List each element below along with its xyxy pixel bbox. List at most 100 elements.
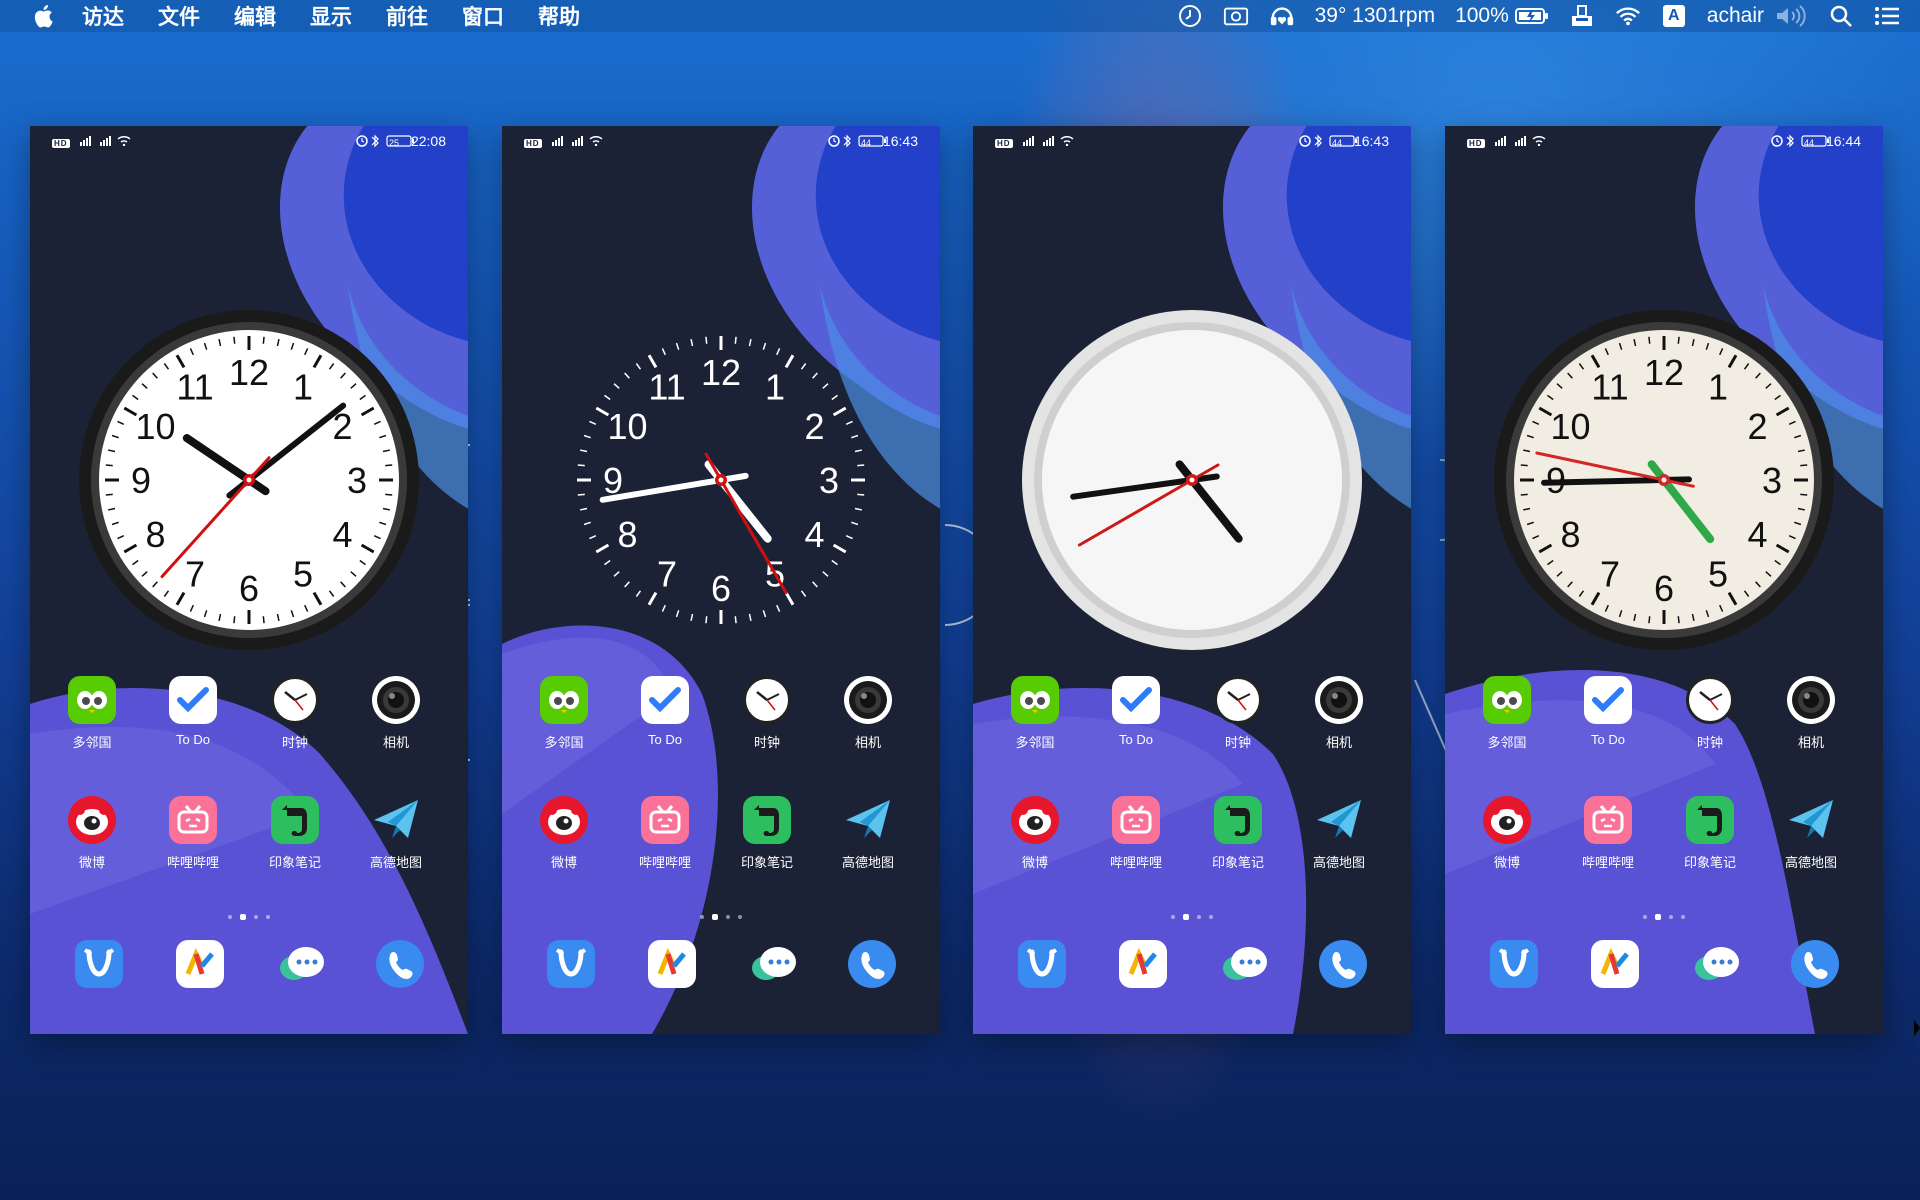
battery-percent[interactable]: 100%	[1455, 4, 1509, 28]
app-icon[interactable]: 微博	[992, 796, 1078, 871]
app-icon[interactable]: 相机	[1296, 676, 1382, 751]
phone-dock-icon[interactable]	[1319, 940, 1367, 988]
app-icon[interactable]: To Do	[150, 676, 236, 747]
app-icon[interactable]: 多邻国	[1464, 676, 1550, 751]
app-icon[interactable]: 相机	[1768, 676, 1854, 751]
page-dot	[266, 915, 270, 919]
pinduoduo-dock-icon[interactable]	[547, 940, 595, 988]
app-icon[interactable]: 多邻国	[992, 676, 1078, 751]
launcher-dock-icon[interactable]	[648, 940, 696, 988]
messages-dock-icon[interactable]	[1219, 940, 1267, 988]
menu-finder[interactable]: 访达	[82, 1, 124, 31]
app-icon[interactable]: 印象笔记	[1667, 796, 1753, 871]
usb-drive-icon[interactable]	[1569, 4, 1595, 28]
launcher-dock-icon[interactable]	[176, 940, 224, 988]
app-label: 高德地图	[369, 855, 422, 870]
app-icon[interactable]: 哔哩哔哩	[1093, 796, 1179, 871]
clock-number: 8	[145, 514, 165, 555]
phone-dock-icon[interactable]	[376, 940, 424, 988]
messages-dock-icon[interactable]	[748, 940, 796, 988]
pinduoduo-dock-icon[interactable]	[1018, 940, 1066, 988]
app-icon[interactable]: 印象笔记	[252, 796, 338, 871]
camera-status-icon[interactable]	[1223, 4, 1249, 28]
messages-dock-icon[interactable]	[276, 940, 324, 988]
app-icon[interactable]: 时钟	[252, 676, 338, 751]
clock-number: 6	[239, 568, 259, 609]
app-icon[interactable]: 多邻国	[49, 676, 135, 751]
spotlight-search-icon[interactable]	[1828, 4, 1854, 28]
app-icon[interactable]: To Do	[1093, 676, 1179, 747]
app-icon[interactable]: 高德地图	[825, 796, 911, 871]
menu-file[interactable]: 文件	[158, 1, 200, 31]
launcher-dock-icon[interactable]	[1119, 940, 1167, 988]
clock-number: 12	[1644, 352, 1684, 393]
page-dot	[1669, 915, 1673, 919]
clock-app-icon	[1686, 676, 1734, 724]
apple-menu-icon[interactable]	[30, 2, 56, 30]
app-icon[interactable]: 时钟	[724, 676, 810, 751]
launcher-dock-icon[interactable]	[1591, 940, 1639, 988]
app-icon[interactable]: 相机	[825, 676, 911, 751]
clock-tick	[776, 604, 781, 612]
pinduoduo-dock-icon[interactable]	[1490, 940, 1538, 988]
app-icon[interactable]: 微博	[49, 796, 135, 871]
clock-widget[interactable]: 121234567891011	[69, 300, 429, 660]
clock-number: 12	[701, 352, 741, 393]
app-icon[interactable]: 时钟	[1667, 676, 1753, 751]
app-icon[interactable]: 时钟	[1195, 676, 1281, 751]
app-icon[interactable]: To Do	[1565, 676, 1651, 747]
app-icon[interactable]: 微博	[1464, 796, 1550, 871]
app-label: 哔哩哔哩	[166, 855, 219, 870]
app-icon[interactable]: 高德地图	[1296, 796, 1382, 871]
clock-tick	[784, 354, 795, 369]
app-icon[interactable]: 印象笔记	[1195, 796, 1281, 871]
notification-center-icon[interactable]	[1874, 4, 1900, 28]
menu-edit[interactable]: 编辑	[234, 1, 276, 31]
page-indicator[interactable]	[30, 906, 468, 924]
pinduoduo-dock-icon[interactable]	[75, 940, 123, 988]
menu-help[interactable]: 帮助	[538, 1, 580, 31]
app-icon[interactable]: 相机	[353, 676, 439, 751]
app-icon[interactable]: 微博	[521, 796, 607, 871]
clock-widget[interactable]	[1012, 300, 1372, 660]
phone-dock-icon[interactable]	[848, 940, 896, 988]
app-icon[interactable]: 多邻国	[521, 676, 607, 751]
user-name[interactable]: achair	[1707, 4, 1764, 28]
input-source-icon[interactable]: A	[1661, 4, 1687, 28]
clock-widget[interactable]: 121234567891011	[541, 300, 901, 660]
alarm-bluetooth-icon	[356, 134, 414, 148]
phone-dock-icon[interactable]	[1791, 940, 1839, 988]
app-icon[interactable]: 高德地图	[353, 796, 439, 871]
menu-view[interactable]: 显示	[310, 1, 352, 31]
clock-tick	[851, 521, 859, 526]
page-indicator[interactable]	[502, 906, 940, 924]
app-icon[interactable]: 高德地图	[1768, 796, 1854, 871]
clock-tick	[262, 336, 265, 344]
clock-tick	[734, 336, 737, 344]
app-icon[interactable]: 哔哩哔哩	[1565, 796, 1651, 871]
cpu-temp-fan[interactable]: 39° 1301rpm	[1315, 4, 1435, 28]
app-icon[interactable]: 哔哩哔哩	[150, 796, 236, 871]
wifi-icon[interactable]	[1615, 4, 1641, 28]
page-indicator[interactable]	[973, 906, 1411, 924]
volume-icon[interactable]	[1774, 4, 1808, 28]
battery-icon[interactable]	[1514, 4, 1549, 28]
clock-tick	[1800, 464, 1808, 467]
menu-window[interactable]: 窗口	[462, 1, 504, 31]
app-icon[interactable]: 哔哩哔哩	[622, 796, 708, 871]
music-status-icon[interactable]	[1269, 4, 1295, 28]
clock-center-dot	[1189, 477, 1195, 483]
clock-tick	[800, 363, 807, 370]
menu-go[interactable]: 前往	[386, 1, 428, 31]
app-icon[interactable]: To Do	[622, 676, 708, 747]
messages-dock-icon[interactable]	[1691, 940, 1739, 988]
page-indicator[interactable]	[1445, 906, 1883, 924]
clock-widget[interactable]: 121234567891011	[1484, 300, 1844, 660]
app-icon[interactable]: 印象笔记	[724, 796, 810, 871]
phone-battery-level: 44	[1331, 138, 1342, 148]
clock-status-icon[interactable]	[1177, 4, 1203, 28]
camera-app-icon	[1315, 676, 1363, 724]
app-label: 微博	[1493, 855, 1520, 870]
phone-status-right: 25 22:08	[355, 133, 446, 149]
clock-number: 4	[805, 514, 825, 555]
